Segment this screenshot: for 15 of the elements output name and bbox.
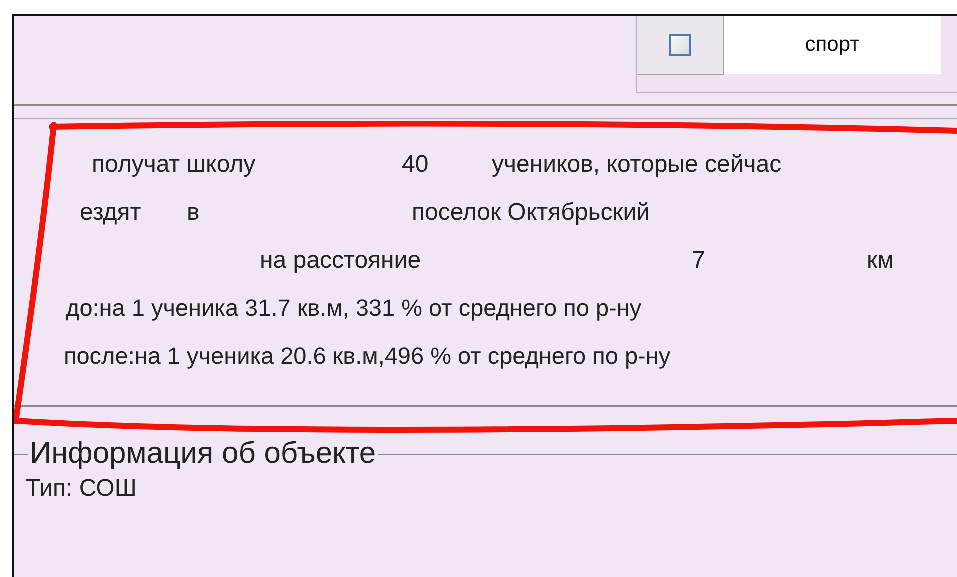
- summary-text: км: [867, 247, 894, 275]
- summary-text: получат школу: [92, 151, 256, 179]
- type-text: Тип: СОШ: [25, 475, 138, 503]
- summary-text: 40: [402, 151, 429, 179]
- summary-text: на расстояние: [260, 247, 422, 275]
- summary-text: учеников, которые сейчас: [492, 151, 782, 179]
- summary-text: поселок Октябрьский: [412, 199, 650, 227]
- after-stats-text: после:на 1 ученика 20.6 кв.м,496 % от среднего по р-ну: [63, 343, 672, 371]
- summary-text: ездят: [80, 199, 142, 227]
- summary-text: 7: [692, 247, 706, 275]
- before-stats-text: до:на 1 ученика 31.7 кв.м, 331 % от среднего по р-ну: [65, 295, 643, 323]
- summary-text: в: [187, 199, 200, 227]
- option-label: спорт: [724, 16, 941, 74]
- group-title: Информация об объекте: [29, 437, 378, 471]
- checkbox[interactable]: [669, 34, 691, 56]
